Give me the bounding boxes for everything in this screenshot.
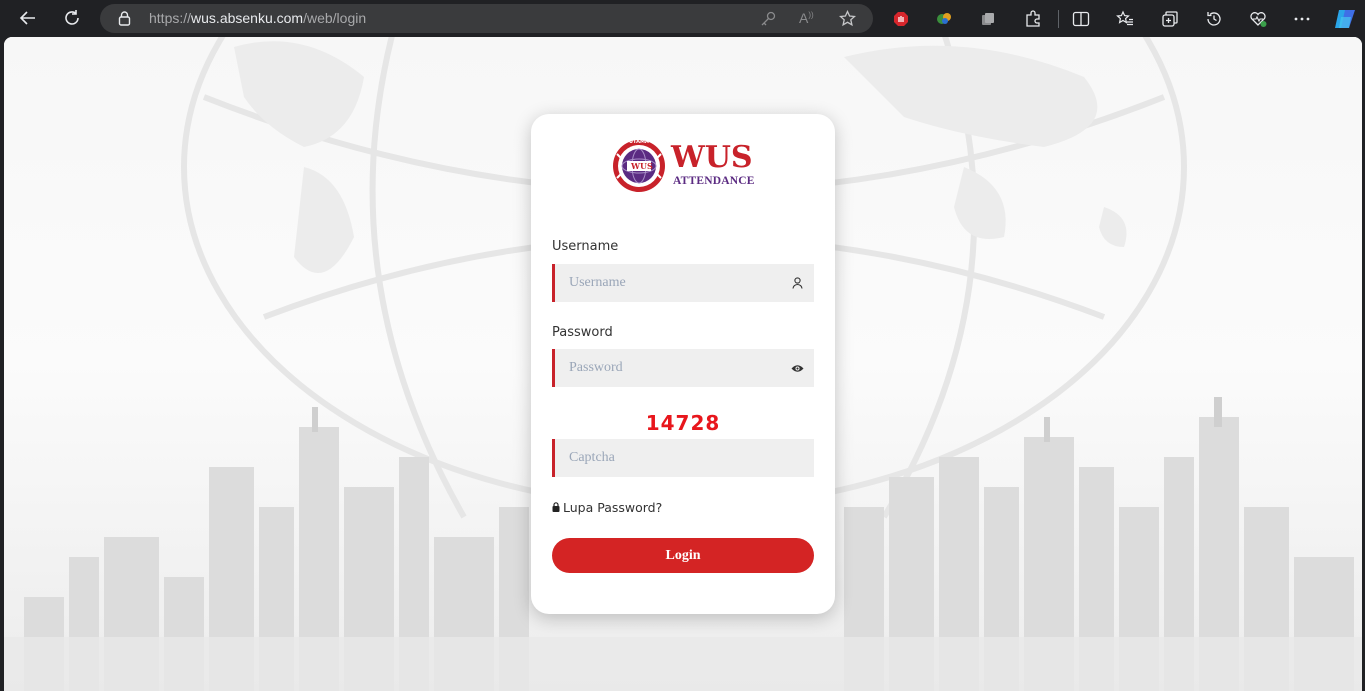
collections-icon[interactable] (1159, 8, 1181, 30)
favorite-star-icon[interactable] (838, 9, 857, 32)
collections-extension-icon[interactable] (977, 8, 999, 30)
lock-icon[interactable] (118, 11, 131, 31)
password-input[interactable] (569, 349, 779, 387)
password-label: Password (552, 325, 613, 340)
url-text: https://wus.absenku.com/web/login (149, 10, 366, 26)
username-label: Username (552, 239, 619, 254)
back-icon[interactable] (16, 6, 40, 30)
lock-icon (552, 500, 560, 515)
split-screen-icon[interactable] (1070, 8, 1092, 30)
logo-subtitle: ATTENDANCE (673, 175, 755, 187)
refresh-icon[interactable] (60, 6, 84, 30)
favorites-icon[interactable] (1114, 8, 1136, 30)
forgot-password-label: Lupa Password? (563, 500, 663, 515)
logo-seal-top-text: UTAMA (629, 139, 649, 145)
url-path: /web/login (303, 10, 367, 26)
login-button[interactable]: Login (552, 538, 814, 573)
copilot-icon[interactable] (1332, 6, 1358, 32)
forgot-password-link[interactable]: Lupa Password? (552, 500, 662, 515)
username-field[interactable] (552, 264, 814, 302)
browser-toolbar: https://wus.absenku.com/web/login A)) (0, 0, 1365, 37)
password-field[interactable] (552, 349, 814, 387)
login-card: UTAMA WUS WUS ATTENDANCE Username Passwo… (531, 114, 835, 614)
extension-icon[interactable] (933, 8, 955, 30)
performance-heart-icon[interactable] (1247, 8, 1269, 30)
key-icon[interactable] (760, 11, 776, 32)
page-viewport: UTAMA WUS WUS ATTENDANCE Username Passwo… (4, 37, 1362, 691)
url-scheme: https:// (149, 10, 192, 26)
captcha-field[interactable] (552, 439, 814, 477)
more-menu-icon[interactable] (1291, 8, 1313, 30)
adblock-extension-icon[interactable] (890, 8, 912, 30)
extensions-puzzle-icon[interactable] (1022, 8, 1044, 30)
address-bar[interactable]: https://wus.absenku.com/web/login A)) (100, 4, 873, 33)
url-host: wus.absenku.com (191, 10, 304, 26)
captcha-code: 14728 (645, 411, 721, 435)
wus-attendance-logo: UTAMA WUS WUS ATTENDANCE (611, 138, 755, 194)
history-icon[interactable] (1203, 8, 1225, 30)
username-input[interactable] (569, 264, 779, 302)
captcha-input[interactable] (569, 439, 779, 477)
toolbar-divider (1058, 10, 1059, 28)
logo-seal-center-text: WUS (631, 161, 653, 171)
eye-icon[interactable] (790, 361, 804, 375)
user-icon (790, 276, 804, 290)
logo-title: WUS (671, 140, 753, 175)
read-aloud-icon[interactable]: A)) (799, 10, 814, 26)
